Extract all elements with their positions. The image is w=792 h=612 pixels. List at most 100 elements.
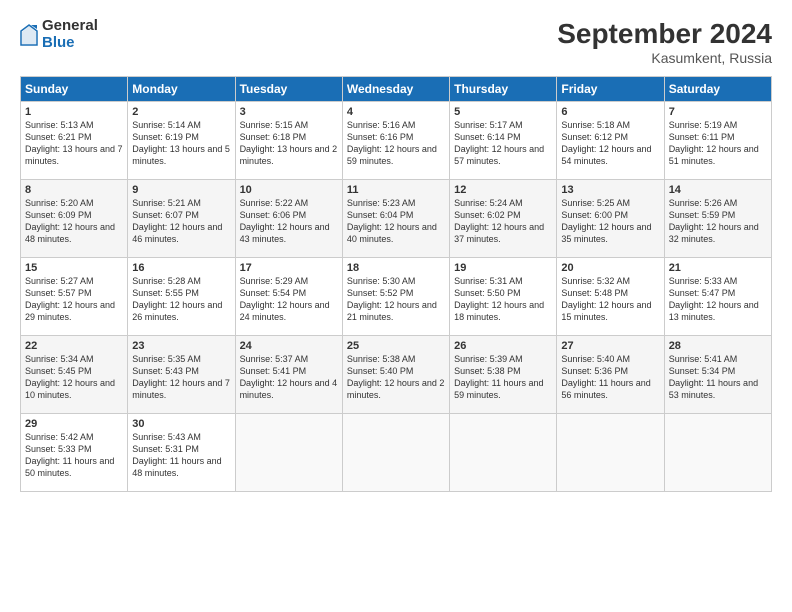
day-info: Sunrise: 5:31 AM Sunset: 5:50 PM Dayligh… [454,275,552,324]
day-info: Sunrise: 5:29 AM Sunset: 5:54 PM Dayligh… [240,275,338,324]
day-info: Sunrise: 5:34 AM Sunset: 5:45 PM Dayligh… [25,353,123,402]
day-info: Sunrise: 5:32 AM Sunset: 5:48 PM Dayligh… [561,275,659,324]
day-number: 21 [669,262,767,274]
weekday-header-friday: Friday [557,77,664,102]
calendar-cell: 17Sunrise: 5:29 AM Sunset: 5:54 PM Dayli… [235,258,342,336]
calendar-cell: 12Sunrise: 5:24 AM Sunset: 6:02 PM Dayli… [450,180,557,258]
day-info: Sunrise: 5:14 AM Sunset: 6:19 PM Dayligh… [132,119,230,168]
day-info: Sunrise: 5:15 AM Sunset: 6:18 PM Dayligh… [240,119,338,168]
calendar-cell: 3Sunrise: 5:15 AM Sunset: 6:18 PM Daylig… [235,102,342,180]
day-number: 17 [240,262,338,274]
day-number: 11 [347,184,445,196]
day-info: Sunrise: 5:35 AM Sunset: 5:43 PM Dayligh… [132,353,230,402]
calendar-cell: 28Sunrise: 5:41 AM Sunset: 5:34 PM Dayli… [664,336,771,414]
day-info: Sunrise: 5:16 AM Sunset: 6:16 PM Dayligh… [347,119,445,168]
day-info: Sunrise: 5:22 AM Sunset: 6:06 PM Dayligh… [240,197,338,246]
day-number: 10 [240,184,338,196]
day-number: 8 [25,184,123,196]
calendar-cell: 4Sunrise: 5:16 AM Sunset: 6:16 PM Daylig… [342,102,449,180]
header: General Blue September 2024 Kasumkent, R… [20,18,772,66]
day-number: 29 [25,418,123,430]
calendar-cell [450,414,557,492]
calendar-cell: 30Sunrise: 5:43 AM Sunset: 5:31 PM Dayli… [128,414,235,492]
weekday-header-tuesday: Tuesday [235,77,342,102]
calendar-week-1: 1Sunrise: 5:13 AM Sunset: 6:21 PM Daylig… [21,102,772,180]
calendar-cell: 20Sunrise: 5:32 AM Sunset: 5:48 PM Dayli… [557,258,664,336]
day-info: Sunrise: 5:37 AM Sunset: 5:41 PM Dayligh… [240,353,338,402]
day-info: Sunrise: 5:33 AM Sunset: 5:47 PM Dayligh… [669,275,767,324]
calendar-header: SundayMondayTuesdayWednesdayThursdayFrid… [21,77,772,102]
logo-text: General Blue [42,18,98,51]
day-number: 27 [561,340,659,352]
day-number: 13 [561,184,659,196]
calendar-cell: 27Sunrise: 5:40 AM Sunset: 5:36 PM Dayli… [557,336,664,414]
calendar-table: SundayMondayTuesdayWednesdayThursdayFrid… [20,76,772,492]
weekday-header-sunday: Sunday [21,77,128,102]
day-info: Sunrise: 5:17 AM Sunset: 6:14 PM Dayligh… [454,119,552,168]
calendar-cell: 25Sunrise: 5:38 AM Sunset: 5:40 PM Dayli… [342,336,449,414]
weekday-header-monday: Monday [128,77,235,102]
calendar-week-5: 29Sunrise: 5:42 AM Sunset: 5:33 PM Dayli… [21,414,772,492]
day-info: Sunrise: 5:25 AM Sunset: 6:00 PM Dayligh… [561,197,659,246]
calendar-cell: 7Sunrise: 5:19 AM Sunset: 6:11 PM Daylig… [664,102,771,180]
day-number: 12 [454,184,552,196]
calendar-cell: 13Sunrise: 5:25 AM Sunset: 6:00 PM Dayli… [557,180,664,258]
day-info: Sunrise: 5:28 AM Sunset: 5:55 PM Dayligh… [132,275,230,324]
day-info: Sunrise: 5:23 AM Sunset: 6:04 PM Dayligh… [347,197,445,246]
day-info: Sunrise: 5:21 AM Sunset: 6:07 PM Dayligh… [132,197,230,246]
logo-blue-text: Blue [42,35,98,52]
day-number: 5 [454,106,552,118]
day-info: Sunrise: 5:43 AM Sunset: 5:31 PM Dayligh… [132,431,230,480]
calendar-cell: 8Sunrise: 5:20 AM Sunset: 6:09 PM Daylig… [21,180,128,258]
day-number: 15 [25,262,123,274]
day-info: Sunrise: 5:39 AM Sunset: 5:38 PM Dayligh… [454,353,552,402]
calendar-week-3: 15Sunrise: 5:27 AM Sunset: 5:57 PM Dayli… [21,258,772,336]
calendar-cell [235,414,342,492]
day-number: 22 [25,340,123,352]
day-number: 9 [132,184,230,196]
calendar-cell [557,414,664,492]
day-info: Sunrise: 5:24 AM Sunset: 6:02 PM Dayligh… [454,197,552,246]
calendar-cell: 29Sunrise: 5:42 AM Sunset: 5:33 PM Dayli… [21,414,128,492]
day-info: Sunrise: 5:30 AM Sunset: 5:52 PM Dayligh… [347,275,445,324]
weekday-header-thursday: Thursday [450,77,557,102]
logo-icon [20,24,38,46]
day-number: 3 [240,106,338,118]
calendar-cell: 1Sunrise: 5:13 AM Sunset: 6:21 PM Daylig… [21,102,128,180]
day-number: 1 [25,106,123,118]
day-number: 6 [561,106,659,118]
calendar-cell [342,414,449,492]
day-number: 24 [240,340,338,352]
calendar-cell: 21Sunrise: 5:33 AM Sunset: 5:47 PM Dayli… [664,258,771,336]
calendar-cell: 23Sunrise: 5:35 AM Sunset: 5:43 PM Dayli… [128,336,235,414]
calendar-cell [664,414,771,492]
day-info: Sunrise: 5:38 AM Sunset: 5:40 PM Dayligh… [347,353,445,402]
calendar-cell: 2Sunrise: 5:14 AM Sunset: 6:19 PM Daylig… [128,102,235,180]
day-number: 20 [561,262,659,274]
day-number: 26 [454,340,552,352]
day-info: Sunrise: 5:27 AM Sunset: 5:57 PM Dayligh… [25,275,123,324]
calendar-cell: 22Sunrise: 5:34 AM Sunset: 5:45 PM Dayli… [21,336,128,414]
day-number: 4 [347,106,445,118]
calendar-week-4: 22Sunrise: 5:34 AM Sunset: 5:45 PM Dayli… [21,336,772,414]
calendar-cell: 24Sunrise: 5:37 AM Sunset: 5:41 PM Dayli… [235,336,342,414]
subtitle: Kasumkent, Russia [557,50,772,66]
calendar-cell: 16Sunrise: 5:28 AM Sunset: 5:55 PM Dayli… [128,258,235,336]
day-info: Sunrise: 5:42 AM Sunset: 5:33 PM Dayligh… [25,431,123,480]
main-title: September 2024 [557,18,772,50]
calendar-cell: 10Sunrise: 5:22 AM Sunset: 6:06 PM Dayli… [235,180,342,258]
logo: General Blue [20,18,98,51]
day-number: 2 [132,106,230,118]
calendar-cell: 19Sunrise: 5:31 AM Sunset: 5:50 PM Dayli… [450,258,557,336]
day-info: Sunrise: 5:13 AM Sunset: 6:21 PM Dayligh… [25,119,123,168]
day-info: Sunrise: 5:20 AM Sunset: 6:09 PM Dayligh… [25,197,123,246]
calendar-body: 1Sunrise: 5:13 AM Sunset: 6:21 PM Daylig… [21,102,772,492]
calendar-cell: 18Sunrise: 5:30 AM Sunset: 5:52 PM Dayli… [342,258,449,336]
day-number: 28 [669,340,767,352]
logo-general-text: General [42,18,98,35]
day-info: Sunrise: 5:18 AM Sunset: 6:12 PM Dayligh… [561,119,659,168]
day-number: 7 [669,106,767,118]
day-info: Sunrise: 5:26 AM Sunset: 5:59 PM Dayligh… [669,197,767,246]
day-number: 19 [454,262,552,274]
calendar-cell: 6Sunrise: 5:18 AM Sunset: 6:12 PM Daylig… [557,102,664,180]
